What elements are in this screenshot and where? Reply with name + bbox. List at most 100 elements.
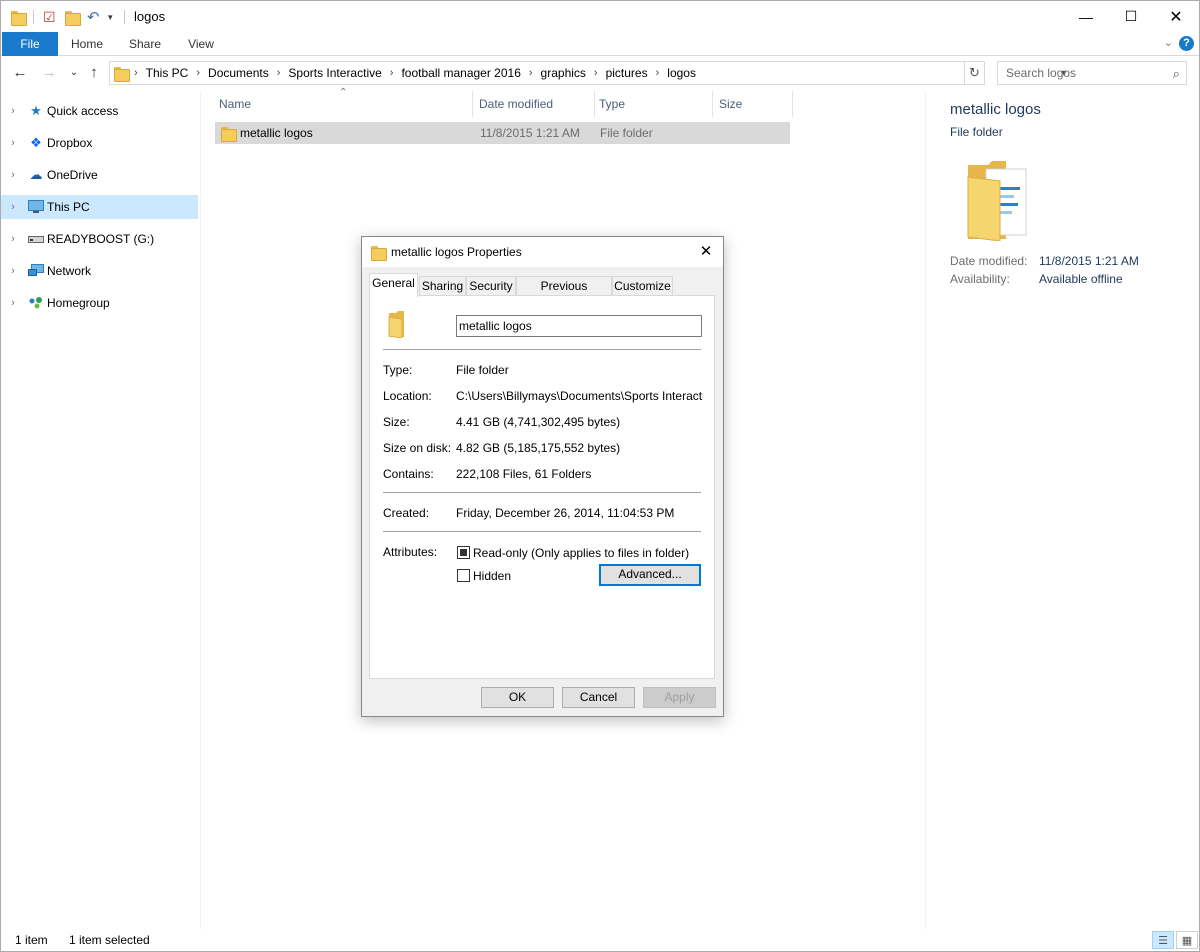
table-row[interactable]: metallic logos 11/8/2015 1:21 AM File fo… (215, 122, 790, 144)
minimize-button[interactable]: — (1063, 1, 1109, 32)
dialog-title: metallic logos Properties (391, 245, 522, 259)
navigation-bar: ← → ⌄ ↑ › This PC › Documents › Sports I… (1, 57, 1199, 89)
recent-locations-button[interactable]: ⌄ (64, 62, 84, 82)
tab-share[interactable]: Share (119, 32, 171, 56)
customize-toolbar-icon[interactable]: ▾ (108, 7, 113, 27)
column-header-date-modified[interactable]: Date modified (475, 91, 595, 117)
dialog-title-bar: metallic logos Properties ✕ (362, 237, 723, 267)
chevron-right-icon[interactable]: › (1, 201, 25, 213)
sidebar-item-readyboost[interactable]: › READYBOOST (G:) (1, 227, 198, 251)
chevron-right-icon[interactable]: › (656, 67, 660, 79)
advanced-button[interactable]: Advanced... (599, 564, 701, 586)
folder-icon (221, 126, 237, 142)
sidebar-item-label: Dropbox (47, 136, 93, 150)
new-folder-icon[interactable] (65, 7, 81, 27)
ok-button[interactable]: OK (481, 687, 554, 708)
sidebar-item-label: READYBOOST (G:) (47, 232, 155, 246)
selection-count: 1 item selected (69, 933, 150, 947)
undo-icon[interactable]: ↶ (87, 7, 100, 27)
details-view-icon[interactable]: ☰ (1152, 931, 1174, 949)
tab-home[interactable]: Home (61, 32, 113, 56)
hidden-label[interactable]: Hidden (473, 569, 511, 583)
search-input[interactable]: Search logos ⌕ (997, 61, 1187, 85)
breadcrumb-logos[interactable]: logos (667, 66, 696, 80)
close-button[interactable]: ✕ (1153, 1, 1199, 32)
breadcrumb-documents[interactable]: Documents (208, 66, 269, 80)
status-bar: 1 item 1 item selected ☰ ▦ (1, 929, 1199, 951)
sidebar-item-homegroup[interactable]: › Homegroup (1, 291, 198, 315)
created-value: Friday, December 26, 2014, 11:04:53 PM (456, 506, 675, 520)
expand-ribbon-icon[interactable]: ⌄ (1164, 36, 1173, 49)
properties-dialog: metallic logos Properties ✕ General Shar… (361, 236, 724, 717)
tab-previous-versions[interactable]: Previous Versions (516, 276, 612, 312)
column-header-type[interactable]: Type (595, 91, 713, 117)
sidebar-item-label: OneDrive (47, 168, 98, 182)
chevron-right-icon[interactable]: › (390, 67, 394, 79)
location-value[interactable]: C:\Users\Billymays\Documents\Sports Inte… (456, 389, 703, 403)
title-bar: ☑ ↶ ▾ logos — ☐ ✕ (1, 1, 1199, 32)
separator (124, 10, 125, 24)
size-label: Size: (383, 415, 410, 429)
star-icon: ★ (30, 103, 42, 118)
chevron-right-icon[interactable]: › (134, 67, 138, 79)
help-icon[interactable]: ? (1179, 36, 1194, 51)
sidebar-item-this-pc[interactable]: › This PC (1, 195, 198, 219)
breadcrumb-graphics[interactable]: graphics (541, 66, 586, 80)
cloud-icon: ☁ (29, 167, 43, 182)
sidebar-item-quick-access[interactable]: › ★ Quick access (1, 99, 198, 123)
chevron-right-icon[interactable]: › (1, 169, 25, 181)
chevron-right-icon[interactable]: › (1, 137, 25, 149)
large-icons-view-icon[interactable]: ▦ (1176, 931, 1198, 949)
sidebar-item-onedrive[interactable]: › ☁ OneDrive (1, 163, 198, 187)
up-button[interactable]: ↑ (84, 62, 104, 82)
apply-button[interactable]: Apply (643, 687, 716, 708)
chevron-right-icon[interactable]: › (1, 265, 25, 277)
folder-icon (11, 7, 27, 27)
sidebar-item-label: Network (47, 264, 92, 278)
divider (383, 349, 701, 350)
folder-icon (388, 310, 410, 341)
breadcrumb-pictures[interactable]: pictures (606, 66, 648, 80)
explorer-window: ☑ ↶ ▾ logos — ☐ ✕ File Home Share View ⌄… (0, 0, 1200, 952)
readonly-checkbox[interactable] (457, 546, 470, 559)
sidebar-item-label: Quick access (47, 104, 119, 118)
readonly-label[interactable]: Read-only (Only applies to files in fold… (473, 546, 689, 560)
back-button[interactable]: ← (10, 62, 30, 82)
chevron-right-icon[interactable]: › (1, 105, 25, 117)
file-type: File folder (600, 126, 653, 140)
file-name: metallic logos (240, 126, 313, 140)
tab-security[interactable]: Security (466, 276, 516, 296)
tab-sharing[interactable]: Sharing (419, 276, 466, 296)
tab-view[interactable]: View (177, 32, 225, 56)
size-on-disk-value: 4.82 GB (5,185,175,552 bytes) (456, 441, 621, 455)
chevron-right-icon[interactable]: › (529, 67, 533, 79)
forward-button[interactable]: → (39, 62, 59, 82)
chevron-right-icon[interactable]: › (1, 233, 25, 245)
chevron-right-icon[interactable]: › (1, 297, 25, 309)
large-folder-icon (966, 157, 1030, 242)
tab-file[interactable]: File (2, 32, 58, 56)
chevron-right-icon[interactable]: › (594, 67, 598, 79)
hidden-checkbox[interactable] (457, 569, 470, 582)
search-placeholder: Search logos (1006, 66, 1077, 80)
maximize-button[interactable]: ☐ (1108, 1, 1154, 32)
size-value: 4.41 GB (4,741,302,495 bytes) (456, 415, 621, 429)
address-bar[interactable]: › This PC › Documents › Sports Interacti… (109, 61, 1067, 85)
tab-customize[interactable]: Customize (612, 276, 673, 296)
dialog-close-button[interactable]: ✕ (695, 241, 717, 263)
properties-icon[interactable]: ☑ (43, 7, 56, 27)
chevron-right-icon[interactable]: › (277, 67, 281, 79)
cancel-button[interactable]: Cancel (562, 687, 635, 708)
sidebar-item-dropbox[interactable]: › ❖ Dropbox (1, 131, 198, 155)
refresh-icon[interactable]: ↻ (965, 61, 985, 85)
folder-name-input[interactable] (456, 315, 702, 337)
breadcrumb-this-pc[interactable]: This PC (146, 66, 189, 80)
divider (383, 531, 701, 532)
breadcrumb-sports-interactive[interactable]: Sports Interactive (288, 66, 381, 80)
tab-general[interactable]: General (369, 273, 418, 297)
details-availability-label: Availability: (950, 272, 1010, 286)
column-header-size[interactable]: Size (715, 91, 793, 117)
sidebar-item-network[interactable]: › Network (1, 259, 198, 283)
breadcrumb-football-manager[interactable]: football manager 2016 (401, 66, 520, 80)
chevron-right-icon[interactable]: › (196, 67, 200, 79)
